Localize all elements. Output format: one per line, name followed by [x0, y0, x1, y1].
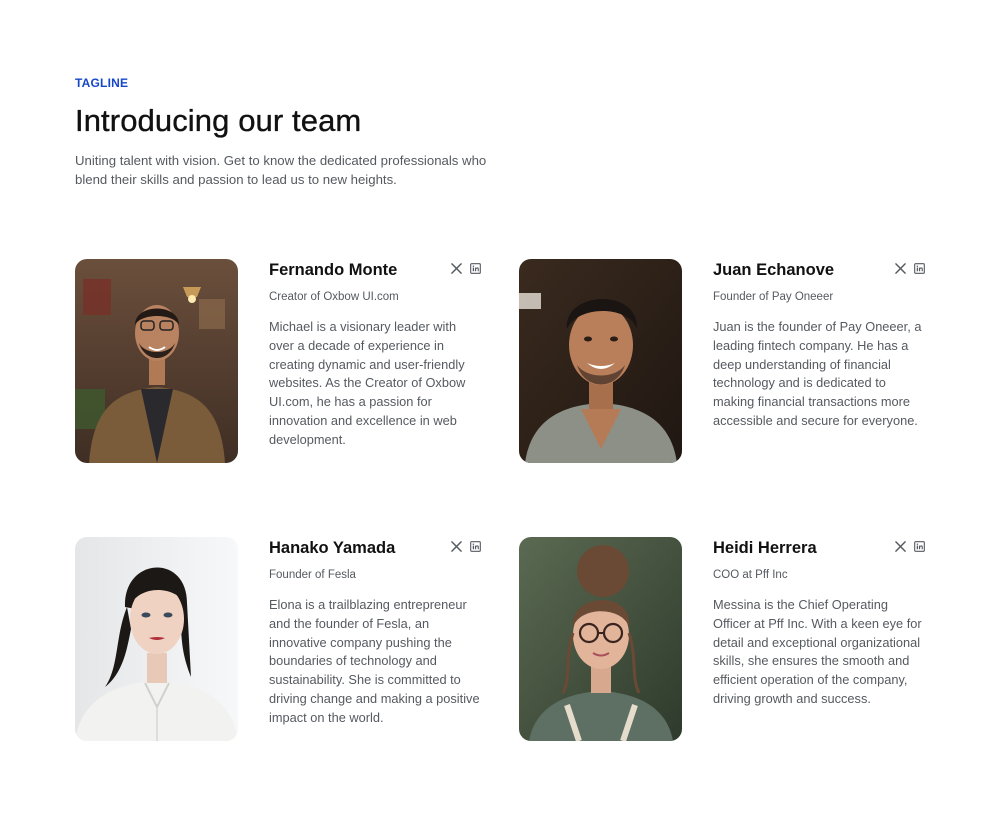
- social-links: [895, 541, 925, 552]
- member-name: Heidi Herrera: [713, 539, 817, 557]
- member-role: COO at Pff Inc: [713, 569, 788, 581]
- linkedin-icon[interactable]: [470, 263, 481, 274]
- team-header: TAGLINE Introducing our team Uniting tal…: [75, 76, 505, 189]
- member-name: Fernando Monte: [269, 261, 398, 279]
- social-links: [895, 263, 925, 274]
- team-member-card: Heidi Herrera COO at Pff Inc Messina is …: [519, 537, 929, 741]
- member-bio: Elona is a trailblazing entrepreneur and…: [269, 597, 480, 725]
- team-member-card: Hanako Yamada Founder of Fesla Elona is …: [75, 537, 485, 741]
- team-member-card: Juan Echanove Founder of Pay Oneeer Juan…: [519, 259, 929, 463]
- member-photo: [75, 259, 238, 463]
- intro-text: Uniting talent with vision. Get to know …: [75, 153, 487, 187]
- member-name: Juan Echanove: [713, 261, 835, 279]
- x-icon[interactable]: [451, 541, 462, 552]
- member-bio: Juan is the founder of Pay Oneeer, a lea…: [713, 319, 922, 428]
- tagline: TAGLINE: [75, 76, 129, 90]
- member-bio: Messina is the Chief Operating Officer a…: [713, 597, 922, 706]
- member-role: Creator of Oxbow UI.com: [269, 291, 399, 303]
- social-links: [451, 541, 481, 552]
- member-photo: [75, 537, 238, 741]
- member-photo: [519, 259, 682, 463]
- member-photo: [519, 537, 682, 741]
- member-role: Founder of Pay Oneeer: [713, 291, 834, 303]
- team-member-card: Fernando Monte Creator of Oxbow UI.com M…: [75, 259, 485, 463]
- member-name: Hanako Yamada: [269, 539, 396, 557]
- member-role: Founder of Fesla: [269, 569, 356, 581]
- x-icon[interactable]: [895, 541, 906, 552]
- linkedin-icon[interactable]: [470, 541, 481, 552]
- social-links: [451, 263, 481, 274]
- linkedin-icon[interactable]: [914, 263, 925, 274]
- page-title: Introducing our team: [75, 103, 362, 138]
- linkedin-icon[interactable]: [914, 541, 925, 552]
- x-icon[interactable]: [895, 263, 906, 274]
- x-icon[interactable]: [451, 263, 462, 274]
- member-bio: Michael is a visionary leader with over …: [269, 319, 466, 447]
